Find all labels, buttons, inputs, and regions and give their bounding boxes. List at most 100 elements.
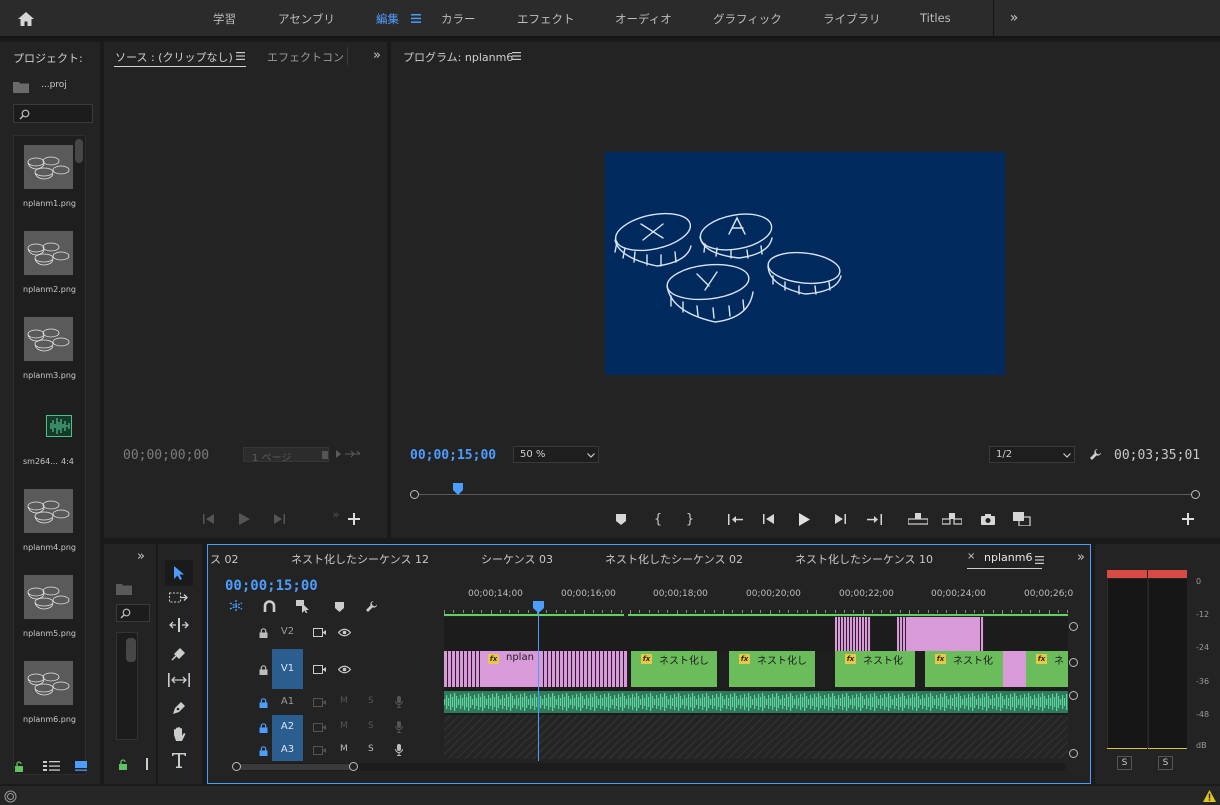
media-scrollbar[interactable] xyxy=(126,638,136,662)
microphone-icon[interactable] xyxy=(394,696,404,708)
clip-v1[interactable]: fx nplan xyxy=(444,651,628,687)
timeline-h-scrollbar[interactable] xyxy=(234,763,1066,771)
workspace-menu-icon[interactable] xyxy=(410,12,422,24)
nest-toggle-icon[interactable] xyxy=(228,599,244,613)
eye-icon[interactable] xyxy=(337,664,351,674)
clip-v2[interactable] xyxy=(835,617,871,651)
clip-v2-solid[interactable] xyxy=(908,617,978,651)
media-search-input[interactable] xyxy=(116,604,150,622)
media-lock-icon[interactable] xyxy=(117,758,129,770)
track-output-icon[interactable] xyxy=(312,664,326,674)
razor-tool-icon[interactable] xyxy=(168,644,190,662)
workspace-tab[interactable]: ライブラリ xyxy=(823,11,881,27)
track-lock-icon[interactable] xyxy=(258,722,268,733)
clip-v1-pink[interactable] xyxy=(1003,651,1026,687)
media-list-view-icon[interactable] xyxy=(146,758,150,770)
list-view-icon[interactable] xyxy=(42,760,60,772)
workspace-tab[interactable]: カラー xyxy=(441,11,476,27)
hand-tool-icon[interactable] xyxy=(169,724,189,744)
slip-tool-icon[interactable] xyxy=(167,672,191,688)
linked-selection-icon[interactable] xyxy=(295,599,311,613)
ripple-edit-tool-icon[interactable] xyxy=(168,617,190,633)
bin-icon[interactable] xyxy=(13,81,29,93)
solo-right-button[interactable]: S xyxy=(1158,756,1173,770)
camera-icon[interactable] xyxy=(980,512,996,526)
zoom-select[interactable]: 50 % xyxy=(513,446,599,463)
sequence-tab[interactable]: シーケンス 03 xyxy=(481,551,553,567)
workspace-tab[interactable]: Titles xyxy=(920,11,951,25)
sequence-tab[interactable]: ネスト化したシーケンス 12 xyxy=(291,551,429,567)
step-forward-icon[interactable] xyxy=(833,512,847,526)
lift-icon[interactable] xyxy=(907,512,929,526)
clip-v1[interactable]: fx ネ xyxy=(1026,651,1068,687)
add-marker-icon[interactable] xyxy=(614,512,628,526)
program-add-button-icon[interactable] xyxy=(1181,512,1195,526)
type-tool-icon[interactable] xyxy=(169,751,189,769)
go-to-in-icon[interactable] xyxy=(727,512,745,526)
source-step-back-icon[interactable] xyxy=(202,512,216,526)
track-target-v1[interactable]: V1 xyxy=(272,649,303,689)
track-target-a2[interactable]: A2 xyxy=(272,715,303,739)
workspace-tab[interactable]: グラフィック xyxy=(713,11,782,27)
project-item[interactable]: nplanm6.png xyxy=(14,653,76,735)
home-icon[interactable] xyxy=(14,8,38,30)
eye-icon[interactable] xyxy=(337,627,351,637)
v-scroll-handle-mid[interactable] xyxy=(1069,658,1078,667)
clip-v1[interactable]: fx ネスト化 xyxy=(835,651,915,687)
media-more-icon[interactable]: » xyxy=(134,549,148,564)
workspace-tab[interactable]: 学習 xyxy=(213,11,236,27)
track-lock-icon[interactable] xyxy=(258,697,268,708)
v-scroll-handle-top[interactable] xyxy=(1069,622,1078,631)
project-item[interactable]: nplanm4.png xyxy=(14,481,76,563)
selection-tool-icon[interactable] xyxy=(170,563,188,583)
sequence-tab[interactable]: nplanm6 xyxy=(984,551,1032,564)
track-lock-icon[interactable] xyxy=(258,664,268,675)
h-scroll-right-handle[interactable] xyxy=(349,762,358,771)
timeline-playhead[interactable] xyxy=(533,601,544,613)
media-folder-icon[interactable] xyxy=(115,582,133,596)
timeline-timecode[interactable]: 00;00;15;00 xyxy=(225,578,318,594)
v-scroll-handle-audio-top[interactable] xyxy=(1069,691,1078,700)
page-select[interactable]: 1 ページ xyxy=(243,447,329,464)
h-scroll-left-handle[interactable] xyxy=(232,762,241,771)
track-output-icon[interactable] xyxy=(312,627,326,637)
comparison-view-icon[interactable] xyxy=(1012,511,1032,527)
background-tasks-icon[interactable] xyxy=(3,789,17,803)
pen-tool-icon[interactable] xyxy=(169,699,189,717)
extract-icon[interactable] xyxy=(941,512,963,526)
clip-v1[interactable]: fx ネスト化し xyxy=(631,651,717,687)
source-play-icon[interactable] xyxy=(237,512,251,526)
scrubber-start-handle[interactable] xyxy=(410,490,419,499)
track-output-icon[interactable] xyxy=(312,745,326,755)
lock-icon[interactable] xyxy=(13,760,25,772)
clip-v1[interactable]: fx ネスト化 xyxy=(925,651,1003,687)
mark-in-icon[interactable]: { xyxy=(652,512,664,527)
track-target-a1[interactable]: A1 xyxy=(272,691,303,713)
timeline-menu-icon[interactable] xyxy=(1034,555,1044,565)
solo-left-button[interactable]: S xyxy=(1117,756,1132,770)
source-menu-icon[interactable] xyxy=(235,51,245,61)
mute-button[interactable]: M xyxy=(340,721,348,731)
program-playhead[interactable] xyxy=(453,483,463,495)
program-menu-icon[interactable] xyxy=(511,51,521,61)
source-add-button-icon[interactable] xyxy=(347,512,361,526)
step-back-icon[interactable] xyxy=(762,512,776,526)
source-controls-more-icon[interactable]: » xyxy=(329,508,343,521)
microphone-icon[interactable] xyxy=(394,721,404,733)
project-item[interactable]: sm264... 4:4 xyxy=(14,395,74,477)
mute-button[interactable]: M xyxy=(340,744,348,754)
play-icon[interactable] xyxy=(797,511,811,527)
workspace-tab[interactable]: オーディオ xyxy=(615,11,672,27)
resolution-select[interactable]: 1/2 xyxy=(989,446,1075,463)
mark-out-icon[interactable]: } xyxy=(684,512,696,527)
scrubber-end-handle[interactable] xyxy=(1191,490,1200,499)
tab-effect-controls[interactable]: エフェクトコン xyxy=(267,49,344,65)
v-scroll-handle-audio-bottom[interactable] xyxy=(1069,749,1078,758)
clip-v1[interactable]: fx ネスト化し xyxy=(729,651,815,687)
track-target-v2[interactable]: V2 xyxy=(272,619,303,645)
more-workspaces-icon[interactable]: » xyxy=(1006,10,1022,26)
icon-view-icon[interactable] xyxy=(74,760,88,772)
project-item[interactable]: nplanm2.png xyxy=(14,223,76,305)
timeline-more-icon[interactable]: » xyxy=(1074,550,1088,565)
workspace-tab[interactable]: エフェクト xyxy=(517,11,575,27)
